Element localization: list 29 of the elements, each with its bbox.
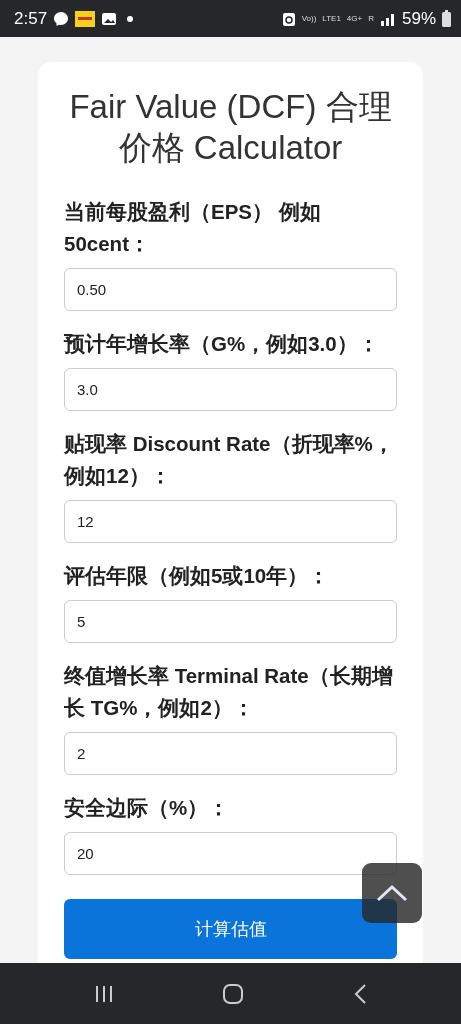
battery-icon — [442, 10, 451, 27]
input-field[interactable]: 2 — [64, 732, 397, 775]
scroll-top-button[interactable] — [362, 863, 422, 923]
field-label: 评估年限（例如5或10年）： — [64, 563, 331, 589]
field-label: 当前每股盈利（EPS） 例如 50cent： — [64, 199, 322, 257]
input-field[interactable]: 12 — [64, 500, 397, 543]
field-label: 终值增长率 Terminal Rate（长期增长 TG%，例如2）： — [64, 663, 394, 721]
back-icon[interactable] — [352, 982, 367, 1005]
field-label: 安全边际（%）： — [64, 795, 231, 821]
image-icon — [101, 10, 118, 27]
chevron-up-icon — [375, 883, 409, 903]
home-icon[interactable] — [222, 982, 245, 1005]
input-field[interactable]: 5 — [64, 600, 397, 643]
field-label: 贴现率 Discount Rate（折现率%，例如12）： — [64, 431, 395, 489]
network-label: R — [368, 14, 374, 23]
battery-percent: 59% — [401, 8, 436, 29]
input-field[interactable]: 3.0 — [64, 368, 397, 411]
recent-apps-icon[interactable] — [94, 983, 115, 1004]
calculate-button[interactable]: 计算估值 — [64, 899, 397, 959]
network-label: 4G+ — [346, 14, 363, 23]
page-title: Fair Value (DCF) 合理价格 Calculator — [68, 87, 393, 168]
network-label: LTE1 — [322, 14, 341, 23]
field-label: 预计年增长率（G%，例如3.0）： — [64, 331, 380, 357]
input-field[interactable]: 0.50 — [64, 268, 397, 311]
status-time: 2:57 — [14, 8, 48, 29]
network-label: Vo)) — [301, 14, 317, 23]
signal-icon — [379, 11, 396, 26]
notification-icon — [75, 10, 96, 27]
input-field[interactable]: 20 — [64, 832, 397, 875]
